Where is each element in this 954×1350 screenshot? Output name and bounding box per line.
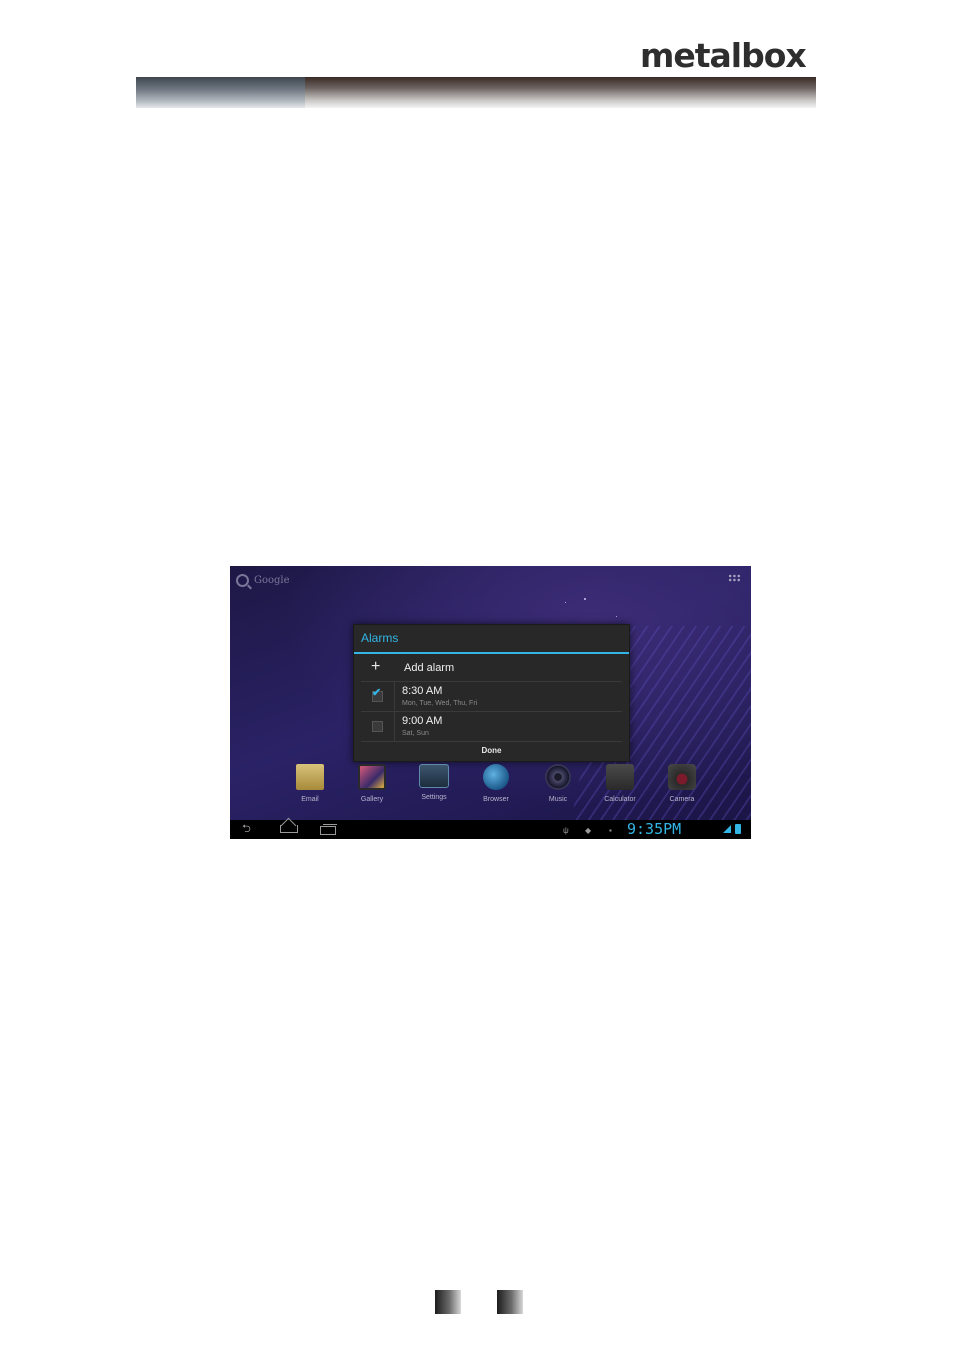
alarm-toggle[interactable]: [361, 712, 395, 741]
dock-app-label: Camera: [669, 796, 695, 803]
alarm-days: Mon, Tue, Wed, Thu, Fri: [402, 700, 478, 707]
plus-icon: +: [371, 658, 381, 675]
browser-icon: [483, 764, 509, 790]
gallery-icon: [358, 764, 386, 790]
brand-logo: metalbox: [640, 36, 807, 75]
add-alarm-label: Add alarm: [404, 662, 455, 674]
battery-icon: [735, 824, 741, 834]
recent-apps-icon[interactable]: [320, 824, 337, 835]
header-bar-accent: [136, 77, 305, 108]
dock-app-label: Settings: [421, 794, 447, 801]
tablet-screenshot: Google Alarms + Add alarm ✔ 8:30 AM Mon,…: [230, 566, 751, 839]
alarm-time: 8:30 AM: [402, 685, 443, 697]
wallpaper-star: [616, 616, 617, 617]
alarm-days: Sat, Sun: [402, 730, 429, 737]
dock-app-gallery[interactable]: Gallery: [347, 764, 397, 803]
dock-app-calculator[interactable]: Calculator: [595, 764, 645, 803]
dock-app-label: Gallery: [360, 796, 384, 803]
wifi-icon: [711, 826, 721, 833]
android-debug-icon: ◆: [585, 826, 592, 835]
sd-card-icon: ▪: [609, 826, 612, 835]
alarm-checkbox[interactable]: ✔: [372, 687, 383, 702]
checkmark-icon: ✔: [372, 687, 382, 699]
dialog-title: Alarms: [354, 625, 629, 654]
search-label: Google: [254, 574, 290, 586]
dock-app-label: Email: [301, 796, 319, 803]
wallpaper-star: [584, 598, 586, 600]
alarm-item[interactable]: 9:00 AM Sat, Sun: [361, 712, 622, 742]
alarm-toggle[interactable]: ✔: [361, 682, 395, 711]
calculator-icon: [606, 764, 634, 790]
back-icon[interactable]: ⮌: [242, 824, 251, 835]
email-icon: [296, 764, 324, 790]
dock-app-browser[interactable]: Browser: [471, 764, 521, 803]
camera-icon: [668, 764, 696, 790]
page-marker-right: [497, 1290, 523, 1314]
music-icon: [545, 764, 571, 790]
search-icon: [236, 573, 249, 587]
add-alarm-button[interactable]: + Add alarm: [361, 654, 622, 682]
wallpaper-star: [565, 602, 566, 603]
dock-app-music[interactable]: Music: [533, 764, 583, 803]
home-icon[interactable]: [280, 825, 298, 833]
signal-icon: [723, 825, 731, 833]
dock-app-email[interactable]: Email: [285, 764, 335, 803]
alarm-time: 9:00 AM: [402, 715, 443, 727]
google-search-bar[interactable]: Google: [236, 572, 290, 588]
page-marker-left: [435, 1290, 461, 1314]
settings-icon: [419, 764, 449, 788]
app-dock: Email Gallery Settings Browser Music Cal…: [285, 764, 705, 806]
dock-app-camera[interactable]: Camera: [657, 764, 707, 803]
dock-app-label: Music: [548, 796, 568, 803]
dock-app-label: Calculator: [604, 796, 636, 803]
header-bar: [136, 77, 816, 108]
dock-app-label: Browser: [483, 796, 509, 803]
usb-icon: ψ: [563, 826, 569, 835]
done-button[interactable]: Done: [354, 741, 629, 761]
status-clock[interactable]: 9:35PM: [627, 821, 681, 838]
alarms-dialog: Alarms + Add alarm ✔ 8:30 AM Mon, Tue, W…: [353, 624, 630, 762]
alarm-checkbox[interactable]: [372, 721, 383, 732]
dock-app-settings[interactable]: Settings: [409, 764, 459, 801]
alarm-item[interactable]: ✔ 8:30 AM Mon, Tue, Wed, Thu, Fri: [361, 682, 622, 712]
system-bar: ⮌ ψ ◆ ▪ 9:35PM: [230, 820, 751, 839]
all-apps-icon[interactable]: [728, 574, 741, 582]
